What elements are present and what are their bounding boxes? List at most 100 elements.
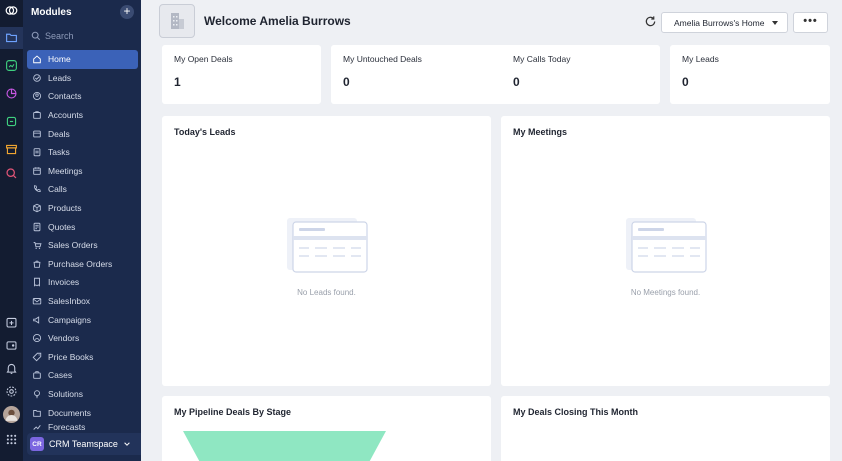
teamspace-switcher[interactable]: CR CRM Teamspace [27, 433, 149, 455]
sidebar-item-documents[interactable]: Documents [27, 403, 138, 422]
sidebar-item-salesinbox[interactable]: SalesInbox [27, 292, 138, 311]
panel-title: My Pipeline Deals By Stage [174, 407, 292, 417]
sidebar-item-leads[interactable]: Leads [27, 69, 138, 88]
sidebar-item-meetings[interactable]: Meetings [27, 162, 138, 181]
salesinbox-icon [32, 298, 42, 305]
sidebar-item-label: Forecasts [48, 421, 86, 430]
notifications-bell-icon[interactable] [4, 361, 19, 376]
module-search-input[interactable]: Search [31, 28, 135, 44]
refresh-icon[interactable] [644, 15, 657, 28]
sidebar-item-campaigns[interactable]: Campaigns [27, 310, 138, 329]
empty-table-illustration [287, 218, 368, 273]
sidebar-item-tasks[interactable]: Tasks [27, 143, 138, 162]
sidebar-item-quotes[interactable]: Quotes [27, 217, 138, 236]
caret-down-icon [772, 21, 778, 25]
home-view-select[interactable]: Amelia Burrows's Home [661, 12, 788, 33]
todays-leads-panel: Today's Leads No Leads found. [162, 116, 491, 386]
sidebar-item-invoices[interactable]: Invoices [27, 273, 138, 292]
chevron-down-icon [124, 442, 130, 446]
more-options-button[interactable]: ••• [793, 12, 828, 33]
sidebar-item-label: Sales Orders [48, 240, 98, 251]
sales-orders-icon [33, 242, 42, 250]
sidebar-item-label: Accounts [48, 110, 83, 121]
home-view-select-value: Amelia Burrows's Home [674, 17, 765, 28]
cases-icon [33, 371, 41, 380]
price-books-icon [32, 352, 42, 362]
home-icon [33, 55, 41, 64]
solutions-icon [34, 390, 40, 399]
stat-value: 0 [682, 75, 689, 89]
sidebar-item-label: Price Books [48, 351, 94, 362]
deals-closing-panel: My Deals Closing This Month [501, 396, 830, 461]
pipeline-deals-panel: My Pipeline Deals By Stage [162, 396, 491, 461]
sidebar-item-contacts[interactable]: Contacts [27, 87, 138, 106]
sidebar-item-label: Meetings [48, 165, 83, 176]
sidebar-item-label: Tasks [48, 147, 70, 158]
invoices-icon [34, 278, 40, 288]
stat-label: My Open Deals [174, 54, 233, 64]
sidebar-item-home[interactable]: Home [27, 50, 138, 69]
sidebar-item-label: Vendors [48, 333, 80, 344]
sidebar-item-label: SalesInbox [48, 296, 91, 307]
documents-icon [33, 409, 41, 417]
sidebar-item-label: Leads [48, 72, 72, 83]
stat-value: 0 [513, 75, 520, 89]
teamspace-label: CRM Teamspace [49, 439, 118, 449]
sidebar-item-label: Calls [48, 184, 67, 195]
contacts-icon [32, 92, 42, 101]
settings-gear-icon[interactable] [4, 384, 19, 399]
sidebar-item-label: Contacts [48, 91, 82, 102]
stat-card-open-deals[interactable]: My Open Deals 1 [162, 45, 321, 104]
meetings-icon [33, 167, 41, 175]
sidebar-item-forecasts[interactable]: Forecasts [27, 422, 138, 430]
sidebar-item-sales-orders[interactable]: Sales Orders [27, 236, 138, 255]
module-nav: Home Leads Contacts Accounts Deals Tasks… [27, 50, 138, 430]
stat-label: My Untouched Deals [343, 54, 422, 64]
user-avatar[interactable] [3, 406, 20, 423]
search-records-icon[interactable] [4, 166, 19, 181]
meeting-card-icon[interactable] [4, 338, 19, 353]
panel-title: My Deals Closing This Month [513, 407, 639, 417]
org-avatar[interactable] [159, 4, 195, 38]
stat-value: 0 [343, 75, 350, 89]
forecasts-icon [33, 424, 41, 430]
search-icon [31, 31, 41, 41]
modules-folder-icon[interactable] [4, 30, 19, 45]
vendors-icon [32, 334, 42, 343]
products-icon [33, 203, 41, 213]
sidebar-item-label: Products [48, 203, 82, 214]
quotes-icon [33, 222, 41, 231]
empty-table-illustration [626, 218, 707, 273]
my-meetings-panel: My Meetings No Meetings found. [501, 116, 830, 386]
sidebar-item-accounts[interactable]: Accounts [27, 106, 138, 125]
add-module-button[interactable]: + [120, 5, 134, 19]
automation-icon[interactable] [4, 114, 19, 129]
sidebar-item-calls[interactable]: Calls [27, 180, 138, 199]
phone-icon [34, 185, 41, 193]
deals-icon [33, 130, 41, 138]
sidebar-item-purchase-orders[interactable]: Purchase Orders [27, 255, 138, 274]
sidebar-item-label: Deals [48, 128, 70, 139]
sidebar-title: Modules [31, 7, 72, 18]
search-placeholder: Search [45, 31, 74, 41]
sidebar-item-vendors[interactable]: Vendors [27, 329, 138, 348]
leads-icon [33, 74, 41, 82]
calendar-add-icon[interactable] [4, 315, 19, 330]
zoho-logo-icon[interactable] [4, 3, 19, 18]
stat-card-my-leads[interactable]: My Leads 0 [670, 45, 830, 104]
sidebar-item-label: Quotes [48, 221, 76, 232]
funnel-stage-bar[interactable] [183, 431, 386, 461]
sidebar-item-products[interactable]: Products [27, 199, 138, 218]
marketplace-icon[interactable] [4, 142, 19, 157]
analytics-icon[interactable] [4, 58, 19, 73]
sidebar-item-label: Campaigns [48, 314, 91, 325]
sidebar-item-deals[interactable]: Deals [27, 124, 138, 143]
sidebar-item-solutions[interactable]: Solutions [27, 385, 138, 404]
accounts-icon [33, 111, 41, 119]
sidebar-item-price-books[interactable]: Price Books [27, 348, 138, 367]
sidebar-item-cases[interactable]: Cases [27, 366, 138, 385]
apps-grid-icon[interactable] [4, 432, 19, 447]
stat-card-calls-today[interactable]: My Calls Today 0 [501, 45, 660, 104]
teamspace-badge: CR [30, 437, 44, 451]
reports-pie-icon[interactable] [4, 86, 19, 101]
